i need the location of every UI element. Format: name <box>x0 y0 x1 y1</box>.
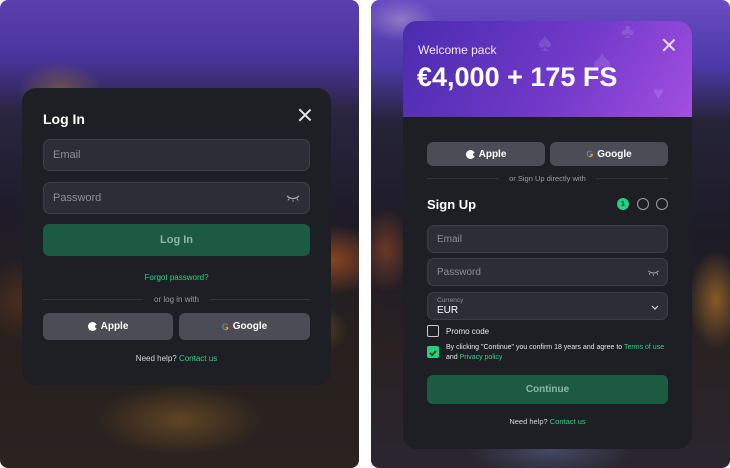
password-placeholder: Password <box>53 192 102 204</box>
google-icon: G <box>586 149 594 159</box>
help-text: Need help? <box>509 417 548 426</box>
terms-of-use-link[interactable]: Terms of use <box>624 344 664 351</box>
chevron-down-icon <box>651 305 659 310</box>
email-field[interactable]: Email <box>427 225 668 253</box>
eye-closed-icon[interactable] <box>647 270 660 276</box>
apple-login-button[interactable]: Apple <box>43 313 173 340</box>
continue-button-label: Continue <box>525 384 570 395</box>
email-placeholder: Email <box>53 149 81 161</box>
email-field[interactable]: Email <box>43 139 310 171</box>
promo-label: Welcome pack <box>418 43 497 57</box>
forgot-password-link[interactable]: Forgot password? <box>22 273 331 282</box>
alt-login-label: or log in with <box>154 295 199 304</box>
contact-us-link[interactable]: Contact us <box>550 417 586 426</box>
close-icon[interactable] <box>662 38 676 52</box>
step-indicator-1: 1 <box>617 198 629 210</box>
apple-icon <box>465 149 476 159</box>
google-signup-button[interactable]: G Google <box>550 142 668 166</box>
currency-value: EUR <box>437 305 459 316</box>
promo-code-checkbox[interactable] <box>427 325 439 337</box>
login-modal: Log In Email Password Log In Forgot pass… <box>22 88 331 385</box>
contact-us-link[interactable]: Contact us <box>179 354 217 363</box>
welcome-pack-banner: ♠ ♠ ♥ ♣ Welcome pack €4,000 + 175 FS <box>403 21 692 117</box>
eye-closed-icon[interactable] <box>286 195 300 202</box>
heart-icon: ♥ <box>653 83 664 103</box>
apple-label: Apple <box>100 321 129 332</box>
currency-label: Currency <box>437 297 464 304</box>
password-placeholder: Password <box>437 266 481 278</box>
signup-title: Sign Up <box>427 197 477 212</box>
close-icon[interactable] <box>298 108 312 122</box>
password-field[interactable]: Password <box>43 182 310 214</box>
email-placeholder: Email <box>437 233 463 245</box>
login-screen: Log In Email Password Log In Forgot pass… <box>0 0 359 468</box>
signup-screen: ♠ ♠ ♥ ♣ Welcome pack €4,000 + 175 FS App… <box>371 0 730 468</box>
password-field[interactable]: Password <box>427 258 668 286</box>
help-row: Need help? Contact us <box>22 354 331 363</box>
google-label: Google <box>232 321 268 332</box>
apple-signup-button[interactable]: Apple <box>427 142 545 166</box>
google-label: Google <box>597 148 632 160</box>
currency-select[interactable]: Currency EUR <box>427 292 668 320</box>
apple-label: Apple <box>478 148 507 160</box>
promo-amount: €4,000 + 175 FS <box>417 62 618 92</box>
login-button[interactable]: Log In <box>43 224 310 256</box>
google-login-button[interactable]: G Google <box>179 313 310 340</box>
help-row: Need help? Contact us <box>403 417 692 426</box>
step-indicator-2 <box>637 198 649 210</box>
checkmark-icon <box>429 350 437 357</box>
google-icon: G <box>221 321 229 332</box>
continue-button[interactable]: Continue <box>427 375 668 404</box>
spade-icon: ♠ <box>538 27 552 57</box>
page-title: Log In <box>43 111 85 127</box>
terms-and: and <box>446 354 458 361</box>
terms-text: By clicking "Continue" you confirm 18 ye… <box>446 343 676 363</box>
privacy-policy-link[interactable]: Privacy policy <box>460 354 503 361</box>
promo-code-label: Promo code <box>446 327 490 336</box>
apple-icon <box>87 322 98 331</box>
login-button-label: Log In <box>160 234 193 246</box>
signup-modal: ♠ ♠ ♥ ♣ Welcome pack €4,000 + 175 FS App… <box>403 21 692 449</box>
terms-copy: By clicking "Continue" you confirm 18 ye… <box>446 344 623 351</box>
club-icon: ♣ <box>621 21 635 43</box>
alt-signup-label: or Sign Up directly with <box>509 174 586 183</box>
terms-checkbox[interactable] <box>427 346 439 358</box>
help-text: Need help? <box>135 354 177 363</box>
step-indicator-3 <box>656 198 668 210</box>
